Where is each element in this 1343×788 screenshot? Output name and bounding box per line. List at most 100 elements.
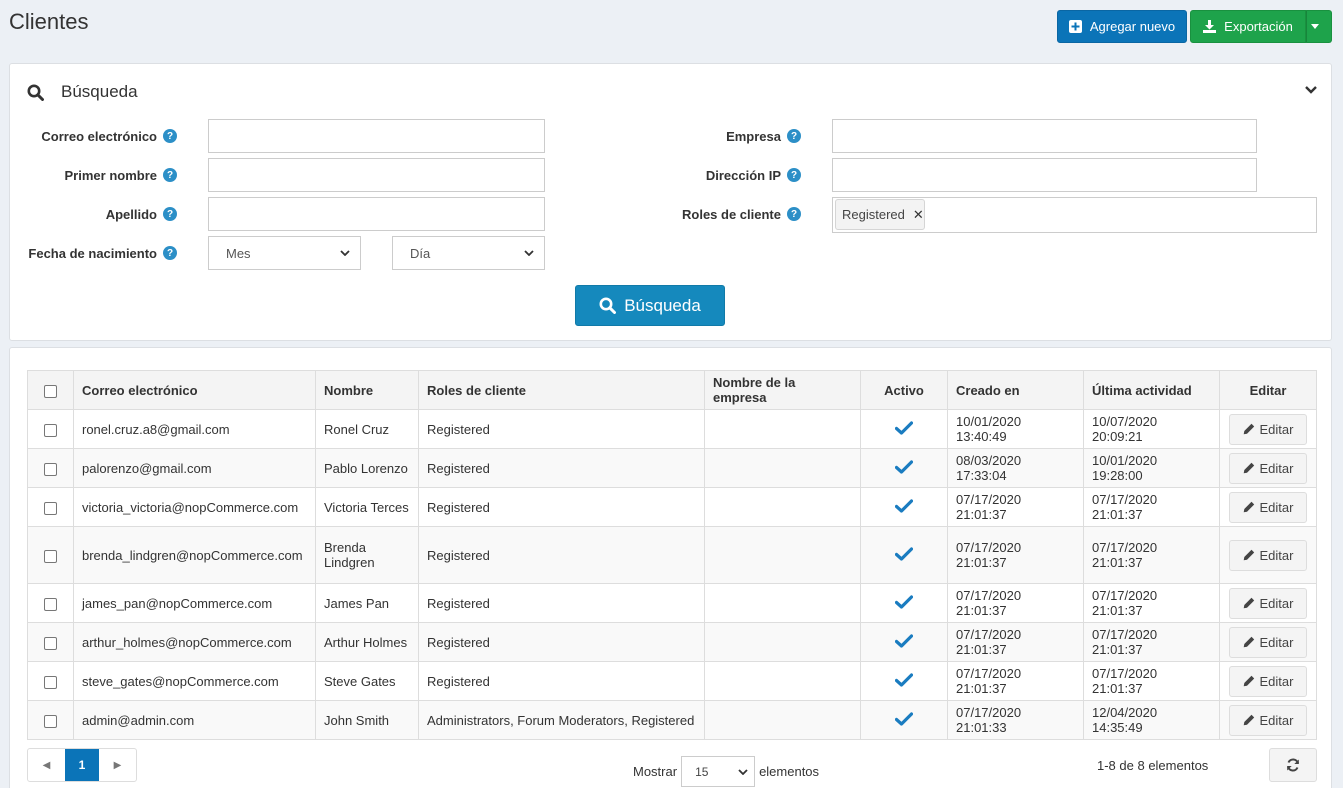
edit-button[interactable]: Editar — [1229, 413, 1307, 445]
roles-cell: Registered — [418, 409, 705, 449]
active-cell — [860, 409, 948, 449]
column-header[interactable]: Nombre — [315, 370, 419, 410]
email-field[interactable] — [208, 119, 545, 153]
pencil-icon — [1243, 501, 1254, 513]
last-activity-cell: 07/17/2020 21:01:37 — [1083, 661, 1220, 701]
table-row: steve_gates@nopCommerce.com Steve Gates Re… — [27, 661, 1317, 701]
select-all-header — [27, 370, 74, 410]
row-checkbox[interactable] — [44, 462, 57, 476]
company-field[interactable] — [832, 119, 1257, 153]
email-cell: james_pan@nopCommerce.com — [73, 583, 316, 623]
export-button[interactable]: Exportación — [1190, 10, 1306, 43]
add-new-button[interactable]: Agregar nuevo — [1057, 10, 1187, 43]
search-button[interactable]: Búsqueda — [575, 285, 725, 326]
name-cell: Arthur Holmes — [315, 622, 419, 662]
row-checkbox[interactable] — [44, 501, 57, 515]
column-header[interactable]: Roles de cliente — [418, 370, 705, 410]
help-icon[interactable]: ? — [787, 129, 801, 143]
edit-button[interactable]: Editar — [1229, 665, 1307, 697]
email-label-text: Correo electrónico — [41, 128, 157, 144]
last-activity-cell: 10/07/2020 20:09:21 — [1083, 409, 1220, 449]
items-label: elementos — [759, 764, 820, 779]
last-activity-cell: 07/17/2020 21:01:37 — [1083, 583, 1220, 623]
created-cell: 07/17/2020 21:01:37 — [947, 661, 1084, 701]
name-cell: Pablo Lorenzo — [315, 448, 419, 488]
day-select-value: Día — [410, 245, 431, 261]
page-button-current[interactable]: 1 — [65, 749, 99, 781]
prev-page-button[interactable]: ◀ — [28, 749, 65, 781]
help-icon[interactable]: ? — [163, 129, 177, 143]
check-icon — [894, 420, 914, 435]
pencil-icon — [1243, 636, 1254, 648]
refresh-button[interactable] — [1269, 748, 1317, 782]
page-size-control: Mostrar 15 elementos — [633, 756, 819, 787]
select-all-checkbox[interactable] — [44, 384, 57, 398]
row-checkbox[interactable] — [44, 636, 57, 650]
first-name-label: Primer nombre? — [10, 158, 177, 192]
help-icon[interactable]: ? — [163, 246, 177, 260]
dob-label-text: Fecha de nacimiento — [28, 245, 157, 261]
help-icon[interactable]: ? — [163, 207, 177, 221]
refresh-icon — [1287, 758, 1299, 772]
column-header[interactable]: Creado en — [947, 370, 1084, 410]
column-header[interactable]: Correo electrónico — [73, 370, 316, 410]
last-activity-cell: 07/17/2020 21:01:37 — [1083, 487, 1220, 527]
row-checkbox[interactable] — [44, 549, 57, 563]
ip-field[interactable] — [832, 158, 1257, 192]
page-size-select[interactable]: 15 — [681, 756, 756, 787]
company-cell — [704, 487, 861, 527]
name-cell: Brenda Lindgren — [315, 526, 419, 584]
edit-cell: Editar — [1219, 583, 1317, 623]
help-icon[interactable]: ? — [163, 168, 177, 182]
roles-cell: Registered — [418, 661, 705, 701]
active-cell — [860, 526, 948, 584]
help-icon[interactable]: ? — [787, 168, 801, 182]
edit-button-label: Editar — [1259, 460, 1294, 476]
column-header[interactable]: Activo — [860, 370, 948, 410]
edit-button[interactable]: Editar — [1229, 626, 1307, 658]
download-icon — [1203, 20, 1217, 33]
row-checkbox[interactable] — [44, 714, 57, 728]
edit-button[interactable]: Editar — [1229, 587, 1307, 619]
page-size-value: 15 — [695, 764, 709, 779]
email-cell: palorenzo@gmail.com — [73, 448, 316, 488]
pencil-icon — [1243, 675, 1254, 687]
check-icon — [894, 459, 914, 474]
last-activity-cell: 07/17/2020 21:01:37 — [1083, 526, 1220, 584]
column-header[interactable]: Última actividad — [1083, 370, 1220, 410]
row-select-cell — [27, 526, 74, 584]
table-row: victoria_victoria@nopCommerce.com Victori… — [27, 487, 1317, 527]
roles-cell: Registered — [418, 622, 705, 662]
column-header[interactable]: Nombre de la empresa — [704, 370, 861, 410]
created-cell: 10/01/2020 13:40:49 — [947, 409, 1084, 449]
row-checkbox[interactable] — [44, 675, 57, 689]
month-select[interactable]: Mes — [208, 236, 361, 270]
roles-cell: Registered — [418, 583, 705, 623]
search-panel-header[interactable]: Búsqueda — [27, 82, 138, 102]
chevron-down-icon[interactable] — [1305, 86, 1317, 94]
export-dropdown-toggle[interactable] — [1306, 10, 1332, 43]
row-checkbox[interactable] — [44, 597, 57, 611]
role-tag-label: Registered — [842, 207, 905, 222]
ip-label-text: Dirección IP — [705, 167, 781, 183]
table-row: brenda_lindgren@nopCommerce.com Brenda Li… — [27, 526, 1317, 584]
name-cell: Steve Gates — [315, 661, 419, 701]
edit-button[interactable]: Editar — [1229, 539, 1307, 571]
pencil-icon — [1243, 423, 1254, 435]
table-row: arthur_holmes@nopCommerce.com Arthur Holm… — [27, 622, 1317, 662]
edit-button[interactable]: Editar — [1229, 491, 1307, 523]
day-select[interactable]: Día — [392, 236, 545, 270]
last-name-field[interactable] — [208, 197, 545, 231]
next-page-button[interactable]: ▶ — [99, 749, 136, 781]
pencil-icon — [1243, 597, 1254, 609]
edit-button[interactable]: Editar — [1229, 704, 1307, 736]
edit-button[interactable]: Editar — [1229, 452, 1307, 484]
first-name-field[interactable] — [208, 158, 545, 192]
active-cell — [860, 487, 948, 527]
help-icon[interactable]: ? — [787, 207, 801, 221]
remove-tag-icon[interactable]: ✕ — [913, 207, 924, 223]
column-header: Editar — [1219, 370, 1317, 410]
edit-button-label: Editar — [1259, 421, 1294, 437]
roles-label-text: Roles de cliente — [682, 206, 781, 222]
row-checkbox[interactable] — [44, 423, 57, 437]
